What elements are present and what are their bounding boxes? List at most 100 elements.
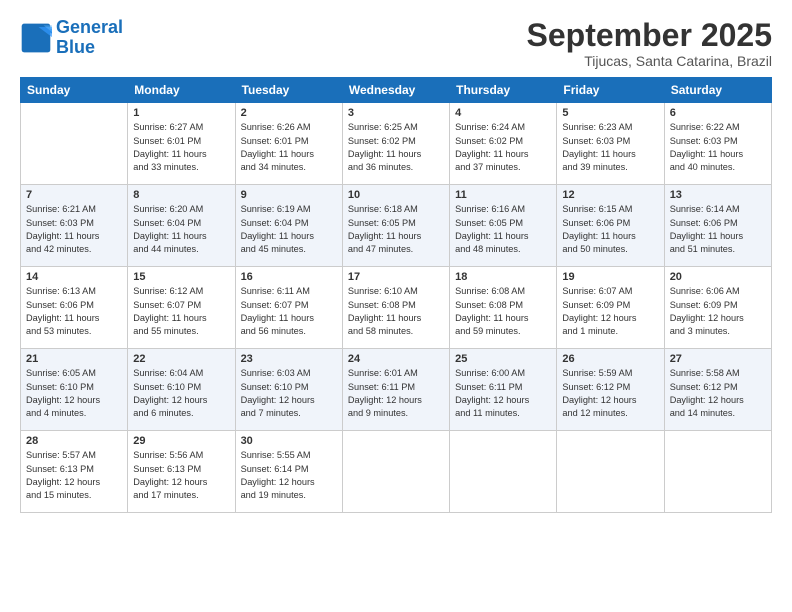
calendar-cell: 10 Sunrise: 6:18 AM Sunset: 6:05 PM Dayli… bbox=[342, 185, 449, 267]
calendar-cell: 1 Sunrise: 6:27 AM Sunset: 6:01 PM Daylig… bbox=[128, 103, 235, 185]
calendar-table: SundayMondayTuesdayWednesdayThursdayFrid… bbox=[20, 77, 772, 513]
day-number: 22 bbox=[133, 353, 229, 365]
calendar-cell: 13 Sunrise: 6:14 AM Sunset: 6:06 PM Dayli… bbox=[664, 185, 771, 267]
header-row: SundayMondayTuesdayWednesdayThursdayFrid… bbox=[21, 78, 772, 103]
day-header-tuesday: Tuesday bbox=[235, 78, 342, 103]
day-info: Sunrise: 6:00 AM Sunset: 6:11 PM Dayligh… bbox=[455, 367, 551, 420]
logo-line2: Blue bbox=[56, 37, 95, 57]
day-number: 5 bbox=[562, 107, 658, 119]
calendar-week-2: 7 Sunrise: 6:21 AM Sunset: 6:03 PM Daylig… bbox=[21, 185, 772, 267]
day-info: Sunrise: 6:16 AM Sunset: 6:05 PM Dayligh… bbox=[455, 203, 551, 256]
day-info: Sunrise: 6:25 AM Sunset: 6:02 PM Dayligh… bbox=[348, 121, 444, 174]
calendar-cell: 5Sunrise: 6:23 AM Sunset: 6:03 PM Daylig… bbox=[557, 103, 664, 185]
day-info: Sunrise: 6:18 AM Sunset: 6:05 PM Dayligh… bbox=[348, 203, 444, 256]
calendar-cell: 22 Sunrise: 6:04 AM Sunset: 6:10 PM Dayli… bbox=[128, 349, 235, 431]
calendar-cell: 20Sunrise: 6:06 AM Sunset: 6:09 PM Dayli… bbox=[664, 267, 771, 349]
calendar-cell: 30Sunrise: 5:55 AM Sunset: 6:14 PM Dayli… bbox=[235, 431, 342, 513]
day-number: 10 bbox=[348, 189, 444, 201]
calendar-cell: 4 Sunrise: 6:24 AM Sunset: 6:02 PM Daylig… bbox=[450, 103, 557, 185]
day-number: 23 bbox=[241, 353, 337, 365]
day-number: 24 bbox=[348, 353, 444, 365]
calendar-cell: 7 Sunrise: 6:21 AM Sunset: 6:03 PM Daylig… bbox=[21, 185, 128, 267]
day-info: Sunrise: 6:07 AM Sunset: 6:09 PM Dayligh… bbox=[562, 285, 658, 338]
day-number: 11 bbox=[455, 189, 551, 201]
day-info: Sunrise: 6:22 AM Sunset: 6:03 PM Dayligh… bbox=[670, 121, 766, 174]
calendar-cell: 18 Sunrise: 6:08 AM Sunset: 6:08 PM Dayli… bbox=[450, 267, 557, 349]
day-header-sunday: Sunday bbox=[21, 78, 128, 103]
calendar-week-3: 14 Sunrise: 6:13 AM Sunset: 6:06 PM Dayli… bbox=[21, 267, 772, 349]
calendar-week-1: 1 Sunrise: 6:27 AM Sunset: 6:01 PM Daylig… bbox=[21, 103, 772, 185]
logo-text: General Blue bbox=[56, 18, 123, 58]
day-info: Sunrise: 6:12 AM Sunset: 6:07 PM Dayligh… bbox=[133, 285, 229, 338]
logo-icon bbox=[20, 22, 52, 54]
calendar-cell bbox=[21, 103, 128, 185]
month-title: September 2025 bbox=[527, 18, 772, 53]
calendar-cell bbox=[342, 431, 449, 513]
day-info: Sunrise: 6:05 AM Sunset: 6:10 PM Dayligh… bbox=[26, 367, 122, 420]
calendar-cell: 23 Sunrise: 6:03 AM Sunset: 6:10 PM Dayli… bbox=[235, 349, 342, 431]
day-number: 28 bbox=[26, 435, 122, 447]
day-number: 3 bbox=[348, 107, 444, 119]
day-number: 16 bbox=[241, 271, 337, 283]
calendar-cell: 11 Sunrise: 6:16 AM Sunset: 6:05 PM Dayli… bbox=[450, 185, 557, 267]
day-info: Sunrise: 6:01 AM Sunset: 6:11 PM Dayligh… bbox=[348, 367, 444, 420]
day-info: Sunrise: 5:55 AM Sunset: 6:14 PM Dayligh… bbox=[241, 449, 337, 502]
day-number: 26 bbox=[562, 353, 658, 365]
page: General Blue September 2025 Tijucas, San… bbox=[0, 0, 792, 612]
calendar-week-5: 28Sunrise: 5:57 AM Sunset: 6:13 PM Dayli… bbox=[21, 431, 772, 513]
day-number: 25 bbox=[455, 353, 551, 365]
day-number: 8 bbox=[133, 189, 229, 201]
day-info: Sunrise: 6:24 AM Sunset: 6:02 PM Dayligh… bbox=[455, 121, 551, 174]
day-info: Sunrise: 6:15 AM Sunset: 6:06 PM Dayligh… bbox=[562, 203, 658, 256]
day-info: Sunrise: 6:08 AM Sunset: 6:08 PM Dayligh… bbox=[455, 285, 551, 338]
day-number: 19 bbox=[562, 271, 658, 283]
day-info: Sunrise: 6:11 AM Sunset: 6:07 PM Dayligh… bbox=[241, 285, 337, 338]
calendar-cell: 28Sunrise: 5:57 AM Sunset: 6:13 PM Dayli… bbox=[21, 431, 128, 513]
day-info: Sunrise: 6:20 AM Sunset: 6:04 PM Dayligh… bbox=[133, 203, 229, 256]
calendar-cell: 16 Sunrise: 6:11 AM Sunset: 6:07 PM Dayli… bbox=[235, 267, 342, 349]
calendar-cell: 12 Sunrise: 6:15 AM Sunset: 6:06 PM Dayli… bbox=[557, 185, 664, 267]
day-number: 14 bbox=[26, 271, 122, 283]
calendar-cell: 15 Sunrise: 6:12 AM Sunset: 6:07 PM Dayli… bbox=[128, 267, 235, 349]
day-info: Sunrise: 6:03 AM Sunset: 6:10 PM Dayligh… bbox=[241, 367, 337, 420]
calendar-cell: 19 Sunrise: 6:07 AM Sunset: 6:09 PM Dayli… bbox=[557, 267, 664, 349]
day-info: Sunrise: 5:58 AM Sunset: 6:12 PM Dayligh… bbox=[670, 367, 766, 420]
day-number: 18 bbox=[455, 271, 551, 283]
header: General Blue September 2025 Tijucas, San… bbox=[20, 18, 772, 69]
calendar-cell: 8 Sunrise: 6:20 AM Sunset: 6:04 PM Daylig… bbox=[128, 185, 235, 267]
logo: General Blue bbox=[20, 18, 123, 58]
day-info: Sunrise: 6:21 AM Sunset: 6:03 PM Dayligh… bbox=[26, 203, 122, 256]
calendar-cell: 9Sunrise: 6:19 AM Sunset: 6:04 PM Daylig… bbox=[235, 185, 342, 267]
day-number: 7 bbox=[26, 189, 122, 201]
day-info: Sunrise: 6:19 AM Sunset: 6:04 PM Dayligh… bbox=[241, 203, 337, 256]
calendar-cell: 14 Sunrise: 6:13 AM Sunset: 6:06 PM Dayli… bbox=[21, 267, 128, 349]
calendar-cell: 17Sunrise: 6:10 AM Sunset: 6:08 PM Dayli… bbox=[342, 267, 449, 349]
location: Tijucas, Santa Catarina, Brazil bbox=[527, 53, 772, 69]
day-info: Sunrise: 5:56 AM Sunset: 6:13 PM Dayligh… bbox=[133, 449, 229, 502]
day-number: 6 bbox=[670, 107, 766, 119]
day-number: 2 bbox=[241, 107, 337, 119]
day-number: 21 bbox=[26, 353, 122, 365]
calendar-cell: 3 Sunrise: 6:25 AM Sunset: 6:02 PM Daylig… bbox=[342, 103, 449, 185]
day-info: Sunrise: 6:14 AM Sunset: 6:06 PM Dayligh… bbox=[670, 203, 766, 256]
day-number: 4 bbox=[455, 107, 551, 119]
day-number: 15 bbox=[133, 271, 229, 283]
day-info: Sunrise: 6:26 AM Sunset: 6:01 PM Dayligh… bbox=[241, 121, 337, 174]
day-info: Sunrise: 6:06 AM Sunset: 6:09 PM Dayligh… bbox=[670, 285, 766, 338]
day-info: Sunrise: 6:27 AM Sunset: 6:01 PM Dayligh… bbox=[133, 121, 229, 174]
calendar-cell bbox=[557, 431, 664, 513]
calendar-cell: 21 Sunrise: 6:05 AM Sunset: 6:10 PM Dayli… bbox=[21, 349, 128, 431]
calendar-cell: 6 Sunrise: 6:22 AM Sunset: 6:03 PM Daylig… bbox=[664, 103, 771, 185]
calendar-week-4: 21 Sunrise: 6:05 AM Sunset: 6:10 PM Dayli… bbox=[21, 349, 772, 431]
title-block: September 2025 Tijucas, Santa Catarina, … bbox=[527, 18, 772, 69]
day-number: 12 bbox=[562, 189, 658, 201]
calendar-cell bbox=[450, 431, 557, 513]
day-info: Sunrise: 6:04 AM Sunset: 6:10 PM Dayligh… bbox=[133, 367, 229, 420]
day-number: 1 bbox=[133, 107, 229, 119]
day-number: 13 bbox=[670, 189, 766, 201]
logo-line1: General bbox=[56, 17, 123, 37]
day-number: 29 bbox=[133, 435, 229, 447]
calendar-cell: 25 Sunrise: 6:00 AM Sunset: 6:11 PM Dayli… bbox=[450, 349, 557, 431]
day-header-friday: Friday bbox=[557, 78, 664, 103]
day-info: Sunrise: 6:13 AM Sunset: 6:06 PM Dayligh… bbox=[26, 285, 122, 338]
